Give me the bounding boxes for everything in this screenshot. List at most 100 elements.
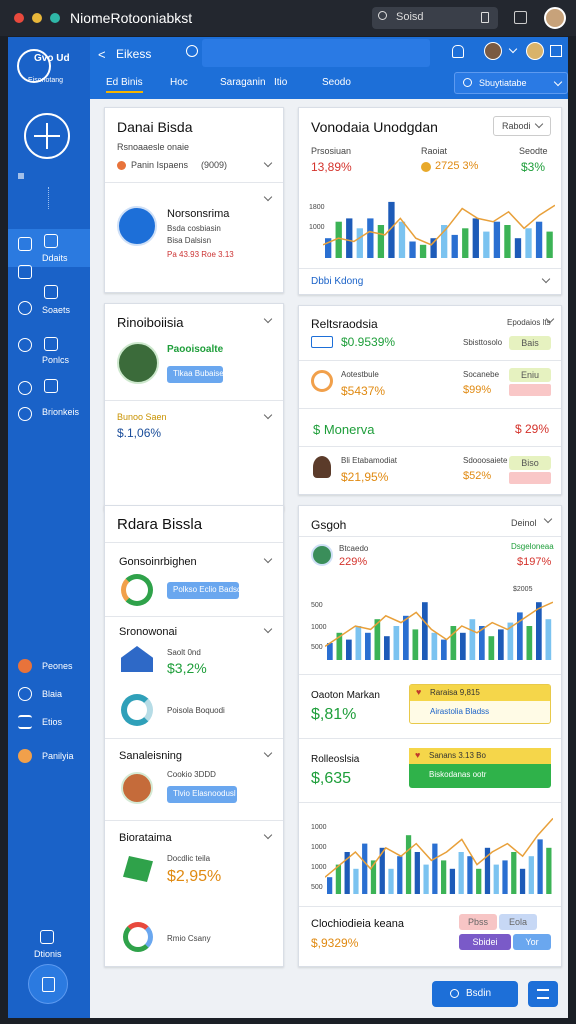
tab-search[interactable]: Sbuytiatabe: [454, 72, 568, 94]
divider: [105, 616, 283, 617]
chart-bar: [441, 860, 447, 894]
chevron-down-icon[interactable]: [541, 274, 551, 284]
home-compass-icon[interactable]: [24, 113, 70, 159]
section-button[interactable]: Tlvio Elasnoodusl: [167, 786, 237, 803]
refresh-icon[interactable]: [186, 45, 198, 57]
chart-bar: [377, 225, 385, 258]
chevron-down-icon[interactable]: [263, 158, 273, 168]
contact-button[interactable]: Tlkaa Bubaise: [167, 366, 224, 383]
metric-value: 2725 3%: [435, 160, 479, 172]
chevron-down-icon[interactable]: [263, 830, 273, 840]
chart-bar: [409, 241, 416, 258]
chevron-down-icon[interactable]: [508, 44, 518, 54]
row-label: Rolleoslsia: [311, 754, 360, 765]
divider: [299, 446, 561, 447]
tab-2[interactable]: Hoc: [170, 77, 188, 88]
menu-button[interactable]: [528, 981, 558, 1007]
profile-avatar-2[interactable]: [526, 42, 544, 60]
chart-footer-link[interactable]: Dbbi Kdong: [311, 276, 363, 287]
profile-avatar[interactable]: [484, 42, 502, 60]
back-icon[interactable]: <: [98, 47, 106, 62]
window-titlebar: NiomeRotooniabkst Soisd: [0, 0, 576, 36]
minimize-window-button[interactable]: [32, 13, 42, 23]
divider: [299, 360, 561, 361]
success-banner[interactable]: ♥ Sanans 3.13 Bo Biskodanas ootr: [409, 748, 551, 788]
address-bar[interactable]: [202, 39, 430, 67]
sidebar-bottom-label: Dtionis: [34, 949, 62, 959]
profile-meta: Pa 43.93 Roe 3.13: [167, 250, 234, 259]
divider: [105, 820, 283, 821]
bell-icon[interactable]: [452, 45, 464, 58]
heart-icon: ♥: [416, 687, 422, 697]
pill-badge[interactable]: Pbss: [459, 914, 497, 930]
donut-label: Poisola Boquodi: [167, 706, 225, 715]
metric-value: $3%: [521, 160, 546, 174]
house-icon: [121, 646, 153, 672]
close-window-button[interactable]: [14, 13, 24, 23]
user-avatar[interactable]: [544, 7, 566, 29]
chart-bar: [537, 839, 543, 894]
chevron-down-icon[interactable]: [263, 314, 273, 324]
pill-badge[interactable]: Sbidei: [459, 934, 511, 950]
chart-bar: [469, 619, 476, 660]
window-settings-icon[interactable]: [514, 11, 527, 24]
search-icon: [450, 989, 459, 998]
filter-label: Rabodi: [502, 121, 531, 131]
ring-icon: [311, 370, 333, 392]
list-icon[interactable]: [18, 265, 32, 279]
card-title: Rdara Bissla: [117, 516, 203, 533]
donut-label: Rmio Csany: [167, 934, 211, 943]
tab-active[interactable]: Ed Binis: [106, 77, 143, 93]
sidebar-item-active[interactable]: Ddaits: [8, 229, 90, 267]
chevron-down-icon[interactable]: [263, 410, 273, 420]
chart-bar: [546, 847, 552, 894]
window-search[interactable]: Soisd: [372, 7, 498, 29]
tab-4[interactable]: Itio: [274, 77, 287, 88]
pill-badge[interactable]: Eola: [499, 914, 537, 930]
chevron-down-icon[interactable]: [543, 514, 553, 524]
chevron-down-icon[interactable]: [263, 554, 273, 564]
maximize-window-button[interactable]: [50, 13, 60, 23]
metric-label: Btcaedo: [339, 544, 369, 553]
sidebar-item-label: Brionkeis: [42, 407, 80, 417]
chevron-down-icon[interactable]: [263, 624, 273, 634]
tab-3[interactable]: Saraganin: [220, 77, 266, 88]
search-button[interactable]: Bsdin: [432, 981, 518, 1007]
chart-bar: [498, 629, 504, 660]
success-banner-subtitle: Biskodanas ootr: [429, 770, 487, 779]
add-button[interactable]: [28, 964, 68, 1004]
pill-badge[interactable]: Yor: [513, 934, 551, 950]
report-value: $52%: [463, 470, 492, 482]
chart-bar: [546, 231, 553, 258]
avatar: [117, 342, 159, 384]
flag-icon: [18, 749, 32, 763]
help-icon: [18, 407, 32, 421]
apps-icon[interactable]: [550, 45, 562, 57]
tab-5[interactable]: Seodo: [322, 77, 351, 88]
y-axis-tick: 500: [311, 644, 323, 651]
success-banner-title: Sanans 3.13 Bo: [429, 751, 486, 760]
alert-banner[interactable]: ♥ Raraisa 9,815 Airastolia Bladss: [409, 684, 551, 724]
profile-name: Norsonsrima: [167, 208, 230, 220]
filter-dropdown[interactable]: Rabodi: [493, 116, 551, 136]
sidebar-item-label: Blaia: [42, 689, 63, 699]
progress-bar: [509, 472, 551, 484]
card-right-label: Deinol: [511, 518, 537, 528]
row-value: $,81%: [311, 706, 357, 723]
divider: [299, 536, 561, 537]
chart-bar: [451, 234, 458, 258]
settings-square-icon[interactable]: [40, 930, 54, 944]
chart-bar: [362, 843, 368, 894]
avatar: [117, 206, 157, 246]
section-button[interactable]: Polkso Eclio Badsde: [167, 582, 246, 599]
chevron-down-icon[interactable]: [263, 748, 273, 758]
row-value: (9009): [201, 160, 228, 170]
card-reports: Reltsraodsia Epodaios lts $0.9539% Sbist…: [298, 305, 562, 495]
chart-bar: [514, 238, 522, 258]
chevron-down-icon[interactable]: [263, 192, 273, 202]
card-contact: Rinoiboiisia Paooisoalte Tlkaa Bubaise B…: [104, 303, 284, 511]
chart-bar: [441, 639, 447, 660]
footer-value: $,9329%: [311, 936, 359, 950]
send-icon: [18, 715, 32, 729]
brand-logo-subtitle: Eisonotang: [28, 77, 64, 84]
